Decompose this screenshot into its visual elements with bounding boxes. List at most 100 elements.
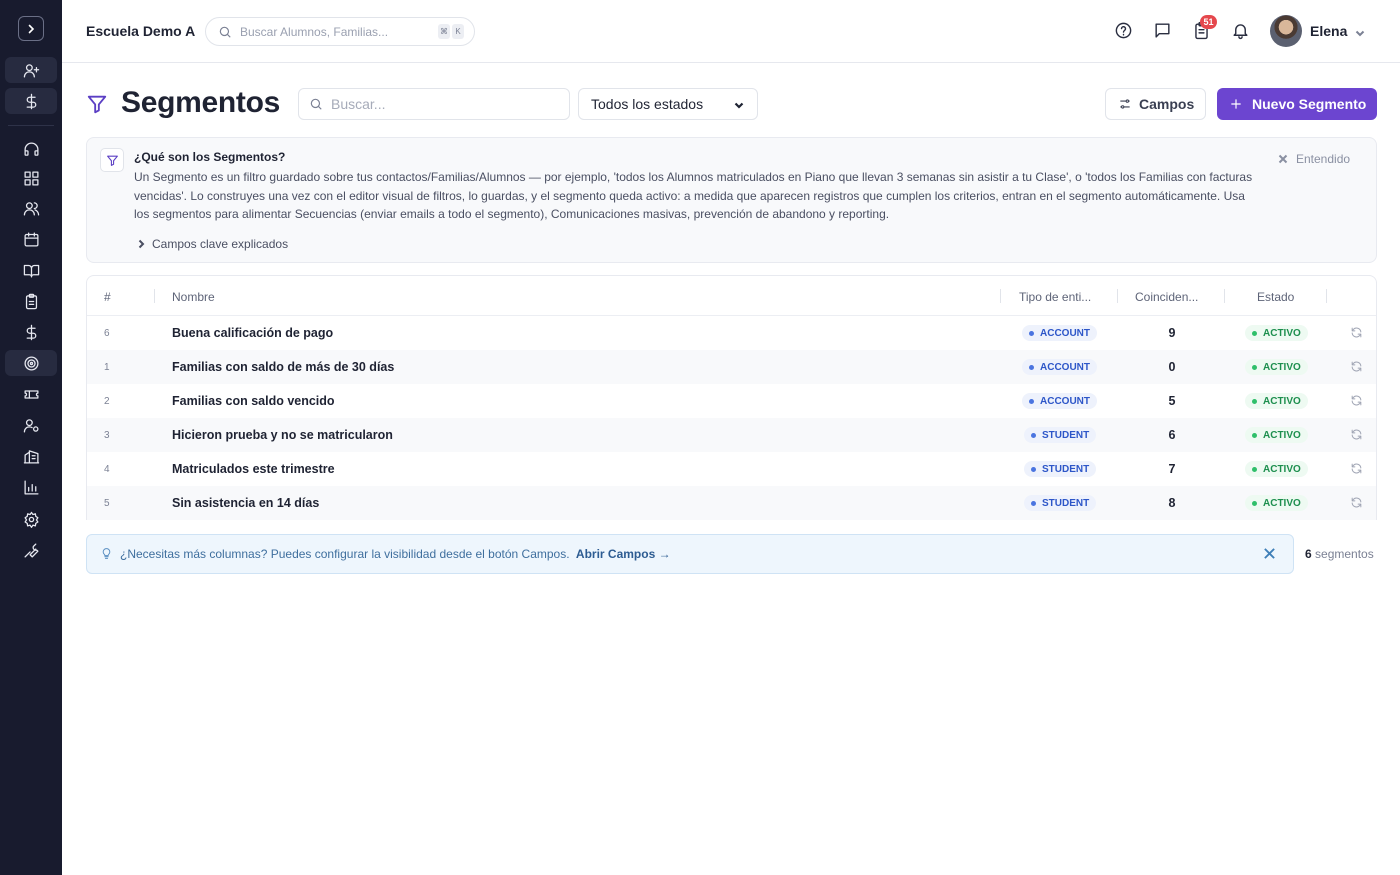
segments-search-field[interactable] [298,88,570,120]
page-title: Segmentos [121,86,281,119]
avatar[interactable] [1270,15,1302,47]
sidebar-item-staff[interactable] [5,412,57,438]
status-badge: ACTIVO [1245,495,1308,511]
close-hint-button[interactable] [1263,547,1277,561]
column-header-type[interactable]: Tipo de enti... [1019,290,1091,304]
segment-name[interactable]: Buena calificación de pago [172,326,333,340]
status-filter-select[interactable]: Todos los estados [578,88,758,120]
segment-name[interactable]: Familias con saldo de más de 30 días [172,360,394,374]
sidebar-item-billing[interactable] [5,88,57,114]
sidebar-item-tasks[interactable] [5,288,57,314]
status-label: ACTIVO [1263,361,1301,373]
status-filter-value: Todos los estados [591,96,704,112]
info-body: Un Segmento es un filtro guardado sobre … [134,170,1253,221]
status-dot [1252,330,1257,336]
new-segment-button[interactable]: Nuevo Segmento [1217,88,1377,120]
entity-type-label: ACCOUNT [1040,361,1090,373]
grid-icon [23,170,39,186]
refresh-button[interactable] [1350,326,1364,340]
column-header-num[interactable]: # [104,290,111,304]
key-fields-expander[interactable]: Campos clave explicados [136,237,288,251]
search-icon [219,26,231,38]
row-number: 2 [104,396,110,407]
key-fields-expander-label: Campos clave explicados [152,237,289,251]
hint-message: ¿Necesitas más columnas? Puedes configur… [120,547,570,561]
table-row[interactable]: 3 Hicieron prueba y no se matricularon S… [87,418,1376,452]
segment-name[interactable]: Familias con saldo vencido [172,394,335,408]
notifications-button[interactable] [1231,21,1251,41]
refresh-icon [1351,395,1362,406]
sidebar-item-dashboard[interactable] [5,165,57,191]
plus-icon [1231,99,1241,109]
sidebar-item-buildings[interactable] [5,443,57,469]
status-dot [1252,466,1257,472]
sidebar-item-support[interactable] [5,136,57,162]
entity-type-badge: ACCOUNT [1022,325,1097,341]
fields-button-label: Campos [1139,96,1195,112]
open-fields-link[interactable]: Abrir Campos → [576,547,671,561]
entity-type-label: STUDENT [1042,497,1090,509]
sidebar-item-tickets[interactable] [5,381,57,407]
refresh-icon [1351,429,1362,440]
sidebar-toggle-button[interactable] [18,16,44,41]
refresh-button[interactable] [1350,394,1364,408]
sidebar-item-courses[interactable] [5,257,57,283]
entity-type-badge: STUDENT [1024,495,1097,511]
status-label: ACTIVO [1263,429,1301,441]
column-header-matches[interactable]: Coinciden... [1135,290,1198,304]
row-number: 4 [104,464,110,475]
sidebar-item-settings[interactable] [5,506,57,532]
gear-icon [23,511,39,528]
column-header-name[interactable]: Nombre [172,290,215,304]
shortcut-k-key: K [452,24,464,39]
sidebar-item-add-user[interactable] [5,57,57,83]
shortcut-cmd-key: ⌘ [438,24,450,39]
table-row[interactable]: 5 Sin asistencia en 14 días STUDENT 8 AC… [87,486,1376,520]
status-badge: ACTIVO [1245,393,1308,409]
segment-name[interactable]: Sin asistencia en 14 días [172,496,319,510]
filter-icon [86,93,108,115]
status-label: ACTIVO [1263,327,1301,339]
dismiss-info-button[interactable]: Entendido [1278,152,1350,166]
segment-name[interactable]: Hicieron prueba y no se matricularon [172,428,393,442]
help-button[interactable] [1114,21,1134,41]
status-dot [1252,432,1257,438]
segment-name[interactable]: Matriculados este trimestre [172,462,335,476]
sidebar-item-payments[interactable] [5,319,57,345]
entity-type-label: STUDENT [1042,429,1090,441]
refresh-button[interactable] [1350,496,1364,510]
match-count: 8 [1168,496,1176,510]
fields-button[interactable]: Campos [1105,88,1206,120]
table-row[interactable]: 6 Buena calificación de pago ACCOUNT 9 A… [87,316,1376,350]
wrench-icon [23,542,39,558]
match-count: 5 [1168,394,1176,408]
refresh-button[interactable] [1350,462,1364,476]
global-search-input[interactable]: Buscar Alumnos, Familias... ⌘ K [205,17,475,46]
segments-search-input[interactable] [331,96,551,112]
entity-type-label: STUDENT [1042,463,1090,475]
sidebar-item-calendar[interactable] [5,226,57,252]
sidebar-item-reports[interactable] [5,474,57,500]
messages-button[interactable] [1153,21,1173,41]
entity-type-badge: ACCOUNT [1022,359,1097,375]
status-label: ACTIVO [1263,395,1301,407]
column-divider [1224,289,1225,303]
refresh-button[interactable] [1350,428,1364,442]
status-badge: ACTIVO [1245,325,1308,341]
user-name[interactable]: Elena [1310,23,1347,39]
sidebar-item-tools[interactable] [5,537,57,563]
refresh-button[interactable] [1350,360,1364,374]
table-row[interactable]: 2 Familias con saldo vencido ACCOUNT 5 A… [87,384,1376,418]
sidebar-item-segments[interactable] [5,350,57,376]
building-icon [23,449,39,464]
column-header-status[interactable]: Estado [1257,290,1294,304]
user-menu-chevron[interactable] [1354,26,1366,38]
sidebar-item-contacts[interactable] [5,195,57,221]
headset-icon [23,141,39,156]
table-row[interactable]: 4 Matriculados este trimestre STUDENT 7 … [87,452,1376,486]
chevron-down-icon [1355,30,1365,37]
table-row[interactable]: 1 Familias con saldo de más de 30 días A… [87,350,1376,384]
user-plus-icon [23,63,39,78]
entity-type-label: ACCOUNT [1040,327,1090,339]
match-count: 0 [1168,360,1176,374]
